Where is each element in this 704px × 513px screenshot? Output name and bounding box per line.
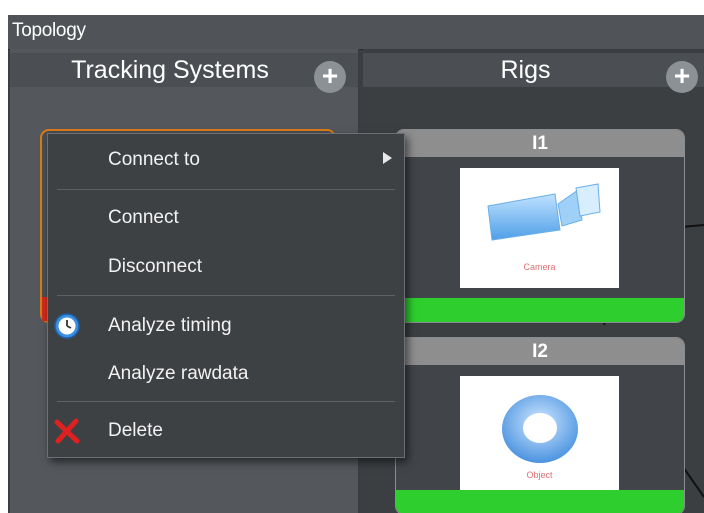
tracking-systems-header: Tracking Systems: [10, 53, 358, 87]
rigs-panel: Rigs + I1 Camera I2 Object: [363, 49, 704, 513]
menu-separator: [57, 295, 395, 296]
window-title: Topology: [12, 20, 86, 41]
camera-label: Camera: [523, 262, 556, 272]
camera-thumbnail: Camera: [460, 168, 619, 288]
menu-item-connect[interactable]: Connect: [48, 196, 404, 240]
rig-name: I1: [396, 130, 684, 157]
rig-node-i2[interactable]: I2 Object: [395, 337, 685, 513]
object-label: Object: [526, 470, 553, 480]
menu-separator: [57, 401, 395, 402]
title-bar: Topology: [8, 15, 704, 50]
plus-icon: +: [321, 60, 339, 91]
menu-item-label: Delete: [108, 420, 163, 441]
tracking-systems-title: Tracking Systems: [71, 56, 269, 84]
add-tracking-system-button[interactable]: +: [314, 61, 346, 93]
menu-item-analyze-timing[interactable]: Analyze timing: [48, 304, 404, 348]
menu-item-analyze-rawdata[interactable]: Analyze rawdata: [48, 352, 404, 396]
rig-status-bar: [396, 490, 684, 513]
menu-item-connect-to[interactable]: Connect to: [48, 138, 404, 182]
menu-item-label: Connect: [108, 207, 179, 228]
menu-item-label: Connect to: [108, 149, 200, 170]
rig-name: I2: [396, 338, 684, 365]
menu-item-delete[interactable]: Delete: [48, 409, 404, 453]
right-arrow-icon: [383, 152, 392, 164]
menu-item-label: Disconnect: [108, 256, 202, 277]
clock-icon: [54, 313, 80, 339]
rig-status-bar: [396, 298, 684, 322]
menu-item-label: Analyze rawdata: [108, 363, 249, 384]
menu-item-label: Analyze timing: [108, 315, 232, 336]
menu-item-disconnect[interactable]: Disconnect: [48, 245, 404, 289]
context-menu: Connect to Connect Disconnect Analyze ti…: [47, 133, 405, 458]
object-thumbnail: Object: [460, 376, 619, 494]
menu-separator: [57, 189, 395, 190]
rig-node-i1[interactable]: I1 Camera: [395, 129, 685, 323]
delete-x-icon: [54, 418, 80, 444]
